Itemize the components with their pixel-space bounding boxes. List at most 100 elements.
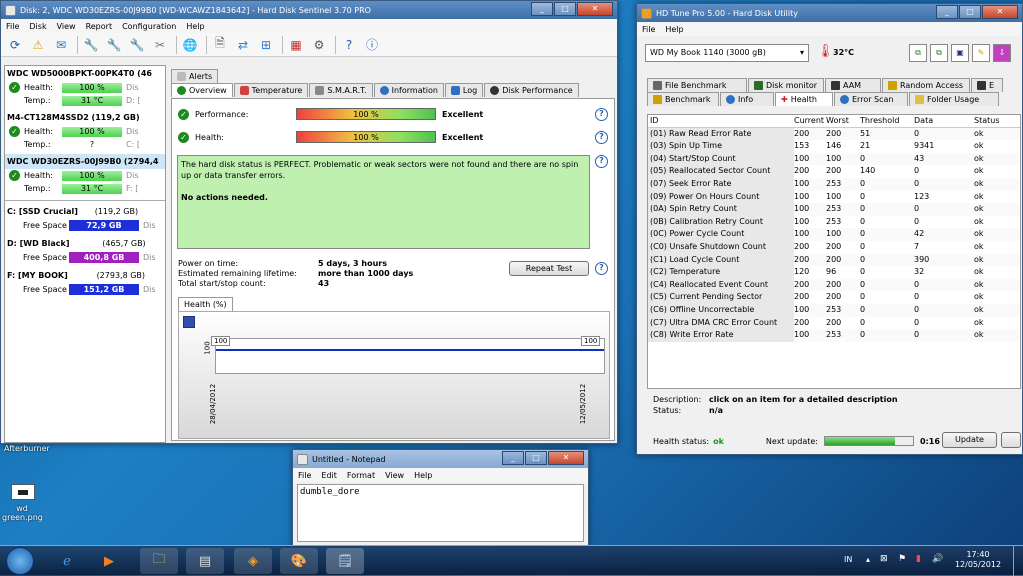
maximize-button[interactable]: □ [554,2,576,16]
table-row[interactable]: (09) Power On Hours Count 100 100 0 123 ok [648,190,1020,204]
tab-disk-monitor[interactable]: Disk monitor [748,78,824,92]
settings-icon[interactable]: ⚙ [309,35,329,55]
menu-file[interactable]: File [637,25,660,34]
tab-information[interactable]: Information [373,83,444,97]
menu-format[interactable]: Format [342,471,380,480]
menu-view[interactable]: View [380,471,409,480]
network-icon[interactable]: ⊞ [256,35,276,55]
volume-tray-icon[interactable]: 🔊 [932,554,943,564]
table-row[interactable]: (07) Seek Error Rate 100 253 0 0 ok [648,177,1020,191]
table-row[interactable]: (C4) Reallocated Event Count 200 200 0 0 ok [648,278,1020,292]
menu-report[interactable]: Report [81,22,118,31]
column-header[interactable]: Threshold [860,115,914,127]
column-header[interactable]: ID [648,115,794,127]
tab-health-graph[interactable]: Health (%) [178,297,233,312]
table-row[interactable]: (0A) Spin Retry Count 100 253 0 0 ok [648,203,1020,216]
column-header[interactable]: Worst [826,115,860,127]
copy-icon[interactable]: ⧉ [909,44,927,62]
tab-log[interactable]: Log [444,83,484,97]
notepad-text-area[interactable]: dumble_dore [297,484,584,542]
tab-temperature[interactable]: Temperature [233,83,309,97]
tool-icon-2[interactable]: 🔧 [104,35,124,55]
table-row[interactable]: (C2) Temperature 120 96 0 32 ok [648,266,1020,279]
tab-aam[interactable]: AAM [825,78,881,92]
help-icon[interactable]: ? [595,155,608,168]
disk-item-2[interactable]: M4-CT128M4SSD2 (119,2 GB) ✓ Health: 100 % D… [5,110,165,151]
desktop-file-icon[interactable]: wd green.png [2,484,43,522]
notepad-taskbar-icon[interactable]: 🗒 [326,548,364,574]
clock[interactable]: 17:40 12/05/2012 [950,550,1006,570]
menu-file[interactable]: File [1,22,24,31]
menu-disk[interactable]: Disk [24,22,51,31]
table-row[interactable]: (C8) Write Error Rate 100 253 0 0 ok [648,329,1020,342]
hdt-titlebar[interactable]: HD Tune Pro 5.00 - Hard Disk Utility _ □ ✕ [637,4,1022,22]
menu-edit[interactable]: Edit [316,471,342,480]
table-row[interactable]: (04) Start/Stop Count 100 100 0 43 ok [648,152,1020,166]
menu-help[interactable]: Help [660,25,688,34]
chart-icon[interactable]: ▦ [286,35,306,55]
sync-icon[interactable]: ⇄ [233,35,253,55]
menu-file[interactable]: File [293,471,316,480]
drive-select[interactable]: WD My Book 1140 (3000 gB) ▾ [645,44,809,62]
tab-extra-tests[interactable]: E [971,78,1003,92]
desktop-afterburner-label[interactable]: Afterburner [4,444,50,453]
disk-item-1[interactable]: WDC WD5000BPKT-00PK4T0 (46 ✓ Health: 100 %… [5,66,165,107]
minimize-button[interactable]: _ [502,451,524,465]
menu-view[interactable]: View [52,22,81,31]
column-header[interactable]: Current [794,115,826,127]
help-icon[interactable]: ? [595,262,608,275]
notepad-titlebar[interactable]: Untitled - Notepad _ □ ✕ [293,450,588,468]
options-icon[interactable]: ✎ [972,44,990,62]
media-player-icon[interactable]: ▶ [90,548,128,574]
save-icon[interactable]: ▣ [951,44,969,62]
table-row[interactable]: (C6) Offline Uncorrectable 100 253 0 0 ok [648,303,1020,317]
table-row[interactable]: (C5) Current Pending Sector 200 200 0 0 ok [648,291,1020,304]
exit-icon[interactable]: ⇩ [993,44,1011,62]
save-icon[interactable] [183,316,195,328]
close-button[interactable]: ✕ [982,5,1018,19]
menu-configuration[interactable]: Configuration [117,22,181,31]
disk-item-3[interactable]: WDC WD30EZRS-00J99B0 (2794,4 ✓ Health: 100… [5,154,165,195]
signal-tray-icon[interactable]: ▮ [916,554,921,564]
close-button[interactable]: ✕ [577,2,613,16]
table-row[interactable]: (05) Reallocated Sector Count 200 200 140 0 o… [648,165,1020,178]
copy-all-icon[interactable]: ⧉ [930,44,948,62]
tab-random-access[interactable]: Random Access [882,78,970,92]
maximize-button[interactable]: □ [525,451,547,465]
table-row[interactable]: (03) Spin Up Time 153 146 21 9341 ok [648,140,1020,153]
refresh-icon[interactable]: ⟳ [5,35,25,55]
tab-folder-usage[interactable]: Folder Usage [909,92,999,106]
table-row[interactable]: (0C) Power Cycle Count 100 100 0 42 ok [648,228,1020,241]
tab-info[interactable]: Info [720,92,774,106]
hds-titlebar[interactable]: Disk: 2, WDC WD30EZRS-00J99B0 [WD-WCAWZ1… [1,1,617,19]
wrench-icon[interactable]: ✂ [150,35,170,55]
minimize-button[interactable]: _ [531,2,553,16]
tab-benchmark[interactable]: Benchmark [647,92,719,106]
show-desktop-button[interactable] [1013,546,1023,576]
help-icon[interactable]: ? [339,35,359,55]
help-icon[interactable]: ? [595,131,608,144]
maximize-button[interactable]: □ [959,5,981,19]
menu-help[interactable]: Help [181,22,209,31]
menu-help[interactable]: Help [409,471,437,480]
paint-icon[interactable]: 🎨 [280,548,318,574]
tab-disk-performance[interactable]: Disk Performance [484,83,579,97]
volume-item-d[interactable]: D: [WD Black] (465,7 GB) Free Space 400,8… [5,236,165,264]
hard-disk-sentinel-icon[interactable]: ▤ [186,548,224,574]
mail-icon[interactable]: ✉ [51,35,71,55]
table-row[interactable]: (01) Raw Read Error Rate 200 200 51 0 ok [648,127,1020,141]
column-header[interactable]: Status [974,115,1014,127]
tab-alerts[interactable]: Alerts [171,69,219,83]
tab-file-benchmark[interactable]: File Benchmark [647,78,747,92]
info-icon[interactable]: ⓘ [362,35,382,55]
flag-tray-icon[interactable]: ⚑ [898,554,906,564]
extra-button[interactable] [1001,432,1021,448]
alert-icon[interactable]: ⚠ [28,35,48,55]
help-icon[interactable]: ? [595,108,608,121]
table-row[interactable]: (C7) Ultra DMA CRC Error Count 200 200 0 0 ok [648,316,1020,330]
language-indicator[interactable]: IN [844,555,852,564]
tray-arrow-icon[interactable]: ▴ [866,555,870,564]
table-row[interactable]: (C1) Load Cycle Count 200 200 0 390 ok [648,253,1020,267]
hd-tune-icon[interactable]: ◈ [234,548,272,574]
volume-item-c[interactable]: C: [SSD Crucial] (119,2 GB) Free Space 72… [5,204,165,232]
